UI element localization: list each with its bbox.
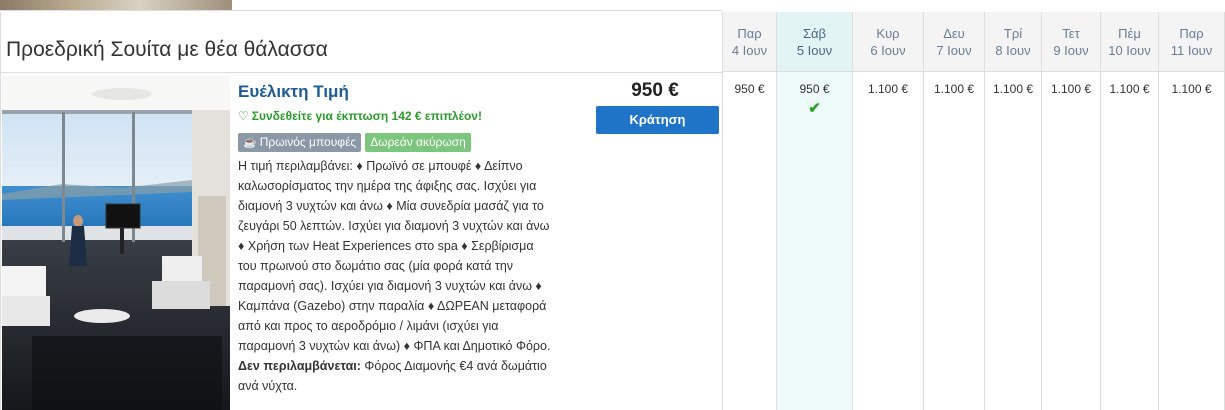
day-name: Τετ	[1062, 26, 1080, 41]
price-cell-6[interactable]: 1.100 €	[1100, 72, 1158, 410]
room-photo[interactable]	[2, 76, 230, 410]
checkmark-icon: ✔	[808, 100, 821, 117]
day-date: 9 Ιουν	[1053, 43, 1089, 58]
date-header-0[interactable]: Παρ 4 Ιουν	[722, 12, 776, 72]
breakfast-badge: ☕ Πρωινός μπουφές	[238, 133, 362, 152]
date-header-4[interactable]: Τρί 8 Ιουν	[984, 12, 1041, 72]
previous-room-strip	[0, 0, 722, 12]
badge-label: Πρωινός μπουφές	[259, 135, 357, 149]
description-line: Η τιμή περιλαμβάνει: ♦ Πρωϊνό σε μπουφέ …	[238, 159, 523, 173]
description-line: διαμονή 3 νυχτών και άνω ♦ Μία συνεδρία …	[238, 199, 544, 213]
day-date: 8 Ιουν	[995, 43, 1031, 58]
nightly-price: 1.100 €	[1171, 82, 1212, 96]
nightly-price: 1.100 €	[1109, 82, 1150, 96]
nightly-price: 1.100 €	[933, 82, 975, 96]
nightly-price: 950 €	[799, 82, 830, 96]
date-header-7[interactable]: Παρ 11 Ιουν	[1158, 12, 1225, 72]
day-name: Τρί	[1003, 26, 1023, 41]
date-header-1-selected[interactable]: Σάβ 5 Ιουν	[776, 12, 852, 72]
divider	[0, 10, 722, 11]
price-cell-5[interactable]: 1.100 €	[1041, 72, 1100, 410]
login-promo-text: Συνδεθείτε για έκπτωση 142 € επιπλέον!	[251, 109, 482, 123]
day-name: Πέμ	[1118, 26, 1141, 41]
description-line: ανά νύχτα.	[238, 379, 298, 393]
day-name: Δευ	[943, 26, 965, 41]
day-name: Κυρ	[876, 26, 900, 41]
day-date: 7 Ιουν	[936, 43, 972, 58]
nightly-price: 1.100 €	[867, 82, 909, 96]
not-included-line: Δεν περιλαμβάνεται: Φόρος Διαμονής €4 αν…	[238, 356, 586, 376]
description-line: παραμονή 3 νυχτών και άνω) ♦ ΦΠΑ και Δημ…	[238, 339, 551, 353]
login-promo-link[interactable]: ♡ Συνδεθείτε για έκπτωση 142 € επιπλέον!	[238, 109, 482, 123]
price-cell-4[interactable]: 1.100 €	[984, 72, 1041, 410]
day-date: 10 Ιουν	[1108, 43, 1151, 58]
nightly-price: 1.100 €	[1050, 82, 1092, 96]
free-cancellation-badge: Δωρεάν ακύρωση	[365, 133, 471, 152]
description-line: παραμονή σας). Ισχύει για διαμονή 3 νυχτ…	[238, 279, 542, 293]
rate-description: Η τιμή περιλαμβάνει: ♦ Πρωϊνό σε μπουφέ …	[238, 156, 586, 396]
description-line: ♦ Χρήση των Heat Experiences στο spa ♦ Σ…	[238, 239, 534, 253]
coffee-cup-icon: ☕	[243, 137, 257, 149]
day-date: 6 Ιουν	[870, 43, 906, 58]
date-header-5[interactable]: Τετ 9 Ιουν	[1041, 12, 1100, 72]
date-header-2[interactable]: Κυρ 6 Ιουν	[852, 12, 923, 72]
rate-price: 950 €	[631, 80, 679, 101]
price-cell-0[interactable]: 950 €	[722, 72, 776, 410]
not-included-text: Φόρος Διαμονής €4 ανά δωμάτιο	[364, 359, 547, 373]
not-included-label: Δεν περιλαμβάνεται:	[238, 359, 361, 373]
rate-badges: ☕ Πρωινός μπουφές Δωρεάν ακύρωση	[238, 133, 471, 152]
description-line: Καμπάνα (Gazebo) στην παραλία ♦ ΔΩΡΕΑΝ μ…	[238, 299, 547, 313]
nightly-price: 950 €	[734, 82, 765, 96]
day-name: Παρ	[1179, 26, 1204, 41]
book-button[interactable]: Κράτηση	[596, 106, 719, 134]
day-name: Παρ	[737, 26, 762, 41]
heart-icon: ♡	[238, 109, 249, 123]
description-line: του πρωινού στο δωμάτιο σας (μία φορά κα…	[238, 259, 514, 273]
day-date: 4 Ιουν	[731, 43, 768, 58]
nightly-price: 1.100 €	[992, 82, 1034, 96]
day-date: 11 Ιουν	[1170, 43, 1213, 58]
date-header-3[interactable]: Δευ 7 Ιουν	[923, 12, 984, 72]
price-cell-2[interactable]: 1.100 €	[852, 72, 923, 410]
price-cell-3[interactable]: 1.100 €	[923, 72, 984, 410]
date-header-6[interactable]: Πέμ 10 Ιουν	[1100, 12, 1158, 72]
price-cell-7[interactable]: 1.100 €	[1158, 72, 1225, 410]
description-line: καλωσορίσματος την ημέρα της άφιξης σας.…	[238, 179, 537, 193]
price-cell-1-selected[interactable]: 950 € ✔	[776, 72, 852, 410]
day-name: Σάβ	[802, 26, 827, 41]
day-date: 5 Ιουν	[796, 43, 833, 58]
previous-room-photo-edge	[0, 0, 232, 10]
rate-name-link[interactable]: Ευέλικτη Τιμή	[238, 82, 349, 102]
room-title: Προεδρική Σουίτα με θέα θάλασσα	[6, 38, 328, 61]
divider	[0, 72, 722, 73]
description-line: από και προς το αεροδρόμιο / λιμάνι (ισχ…	[238, 319, 499, 333]
description-line: ζευγάρι 50 λεπτών. Ισχύει για διαμονή 3 …	[238, 219, 550, 233]
